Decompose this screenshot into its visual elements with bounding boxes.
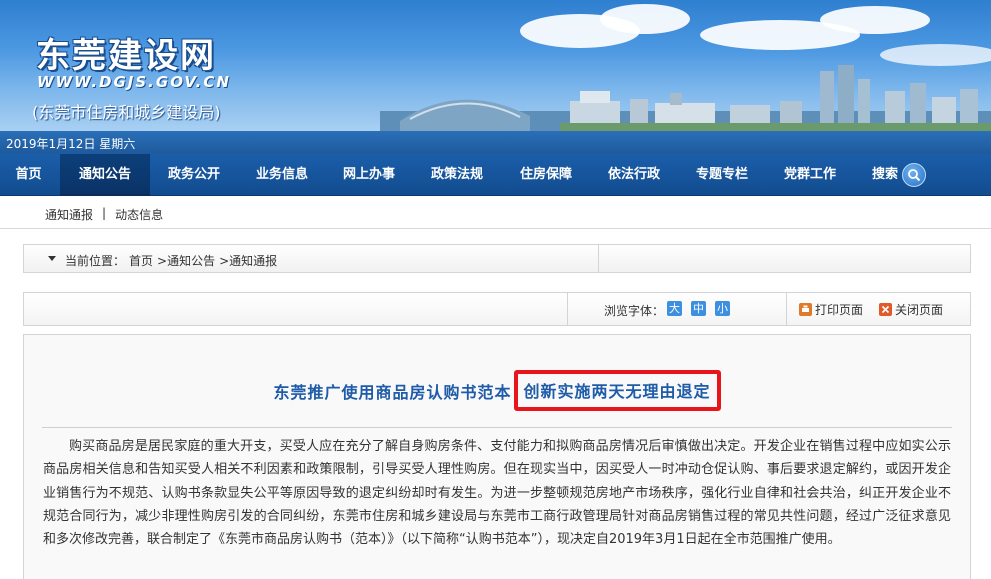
site-subtitle: (东莞市住房和城乡建设局) xyxy=(32,103,221,122)
search-label: 搜索 xyxy=(872,167,899,182)
print-page-button[interactable]: 打印页面 xyxy=(799,301,863,318)
nav-item-label: 住房保障 xyxy=(519,167,572,182)
nav-item-law-administration[interactable]: 依法行政 xyxy=(592,154,676,196)
site-title: 东莞建设网 xyxy=(36,36,216,76)
nav-item-special-topics[interactable]: 专题专栏 xyxy=(680,154,764,196)
breadcrumb: 当前位置： 首页 >通知公告 >通知通报 xyxy=(23,244,971,273)
nav-item-online-services[interactable]: 网上办事 xyxy=(327,154,411,196)
font-size-label: 浏览字体： xyxy=(604,304,665,318)
site-url: WWW.DGJS.GOV.CN xyxy=(37,73,231,91)
nav-item-label: 政务公开 xyxy=(167,167,220,182)
nav-item-party-work[interactable]: 党群工作 xyxy=(768,154,852,196)
print-page-label: 打印页面 xyxy=(815,303,864,317)
close-page-button[interactable]: 关闭页面 xyxy=(879,301,943,318)
cloud-decoration xyxy=(600,4,690,34)
article-title: 东莞推广使用商品房认购书范本 创新实施两天无理由退定 xyxy=(24,370,970,412)
breadcrumb-home[interactable]: 首页 xyxy=(129,252,153,269)
close-icon xyxy=(879,303,892,316)
breadcrumb-notices[interactable]: >通知公告 xyxy=(157,252,215,269)
font-small-button[interactable]: 小 xyxy=(715,301,730,316)
article-panel: 东莞推广使用商品房认购书范本 创新实施两天无理由退定 购买商品房是居民家庭的重大开… xyxy=(23,334,971,579)
toolbar-divider xyxy=(567,293,568,325)
caret-down-icon xyxy=(48,256,56,261)
subnav-item-news[interactable]: 动态信息 xyxy=(115,206,163,223)
current-date: 2019年1月12日 星期六 xyxy=(6,137,136,151)
article-title-main: 东莞推广使用商品房认购书范本 xyxy=(273,383,512,402)
article-divider xyxy=(42,427,952,428)
main-nav: 首页 通知公告 政务公开 业务信息 网上办事 政策法规 住房保障 依法行政 专题… xyxy=(0,154,991,196)
nav-item-label: 首页 xyxy=(15,167,42,182)
subnav-item-notices[interactable]: 通知通报 xyxy=(45,206,93,223)
city-skyline-illustration xyxy=(380,65,991,131)
nav-item-label: 党群工作 xyxy=(783,167,836,182)
article-title-highlight-text: 创新实施两天无理由退定 xyxy=(523,382,711,401)
nav-search[interactable]: 搜索 xyxy=(872,154,927,196)
subnav-separator: | xyxy=(102,206,107,220)
nav-item-label: 依法行政 xyxy=(607,167,660,182)
article-toolbar: 浏览字体： 大 中 小 打印页面 关闭页面 xyxy=(23,292,971,326)
nav-item-government-affairs[interactable]: 政务公开 xyxy=(152,154,236,196)
font-large-button[interactable]: 大 xyxy=(667,301,682,316)
breadcrumb-divider xyxy=(598,245,599,272)
nav-item-label: 专题专栏 xyxy=(695,167,748,182)
nav-item-label: 通知公告 xyxy=(78,167,131,182)
close-page-label: 关闭页面 xyxy=(895,303,944,317)
search-icon[interactable] xyxy=(902,163,927,187)
breadcrumb-label: 当前位置： xyxy=(65,254,126,268)
nav-item-label: 政策法规 xyxy=(430,167,483,182)
nav-item-business-info[interactable]: 业务信息 xyxy=(240,154,324,196)
sub-nav: 通知通报 | 动态信息 xyxy=(0,197,991,229)
breadcrumb-notice-reports[interactable]: >通知通报 xyxy=(219,252,277,269)
nav-item-notices[interactable]: 通知公告 xyxy=(60,154,150,196)
header-banner: 东莞建设网 WWW.DGJS.GOV.CN (东莞市住房和城乡建设局) xyxy=(0,0,991,131)
cloud-decoration xyxy=(820,6,930,34)
nav-item-housing-security[interactable]: 住房保障 xyxy=(504,154,588,196)
article-body: 购买商品房是居民家庭的重大开支，买受人应在充分了解自身购房条件、支付能力和拟购商… xyxy=(43,439,951,548)
font-medium-button[interactable]: 中 xyxy=(691,301,706,316)
date-bar: 2019年1月12日 星期六 xyxy=(0,131,991,154)
print-icon xyxy=(799,303,812,316)
nav-item-label: 业务信息 xyxy=(255,167,308,182)
nav-item-policies[interactable]: 政策法规 xyxy=(415,154,499,196)
article-title-highlight: 创新实施两天无理由退定 xyxy=(513,370,721,411)
nav-item-home[interactable]: 首页 xyxy=(0,154,57,196)
nav-item-label: 网上办事 xyxy=(342,167,395,182)
toolbar-divider xyxy=(786,293,787,325)
